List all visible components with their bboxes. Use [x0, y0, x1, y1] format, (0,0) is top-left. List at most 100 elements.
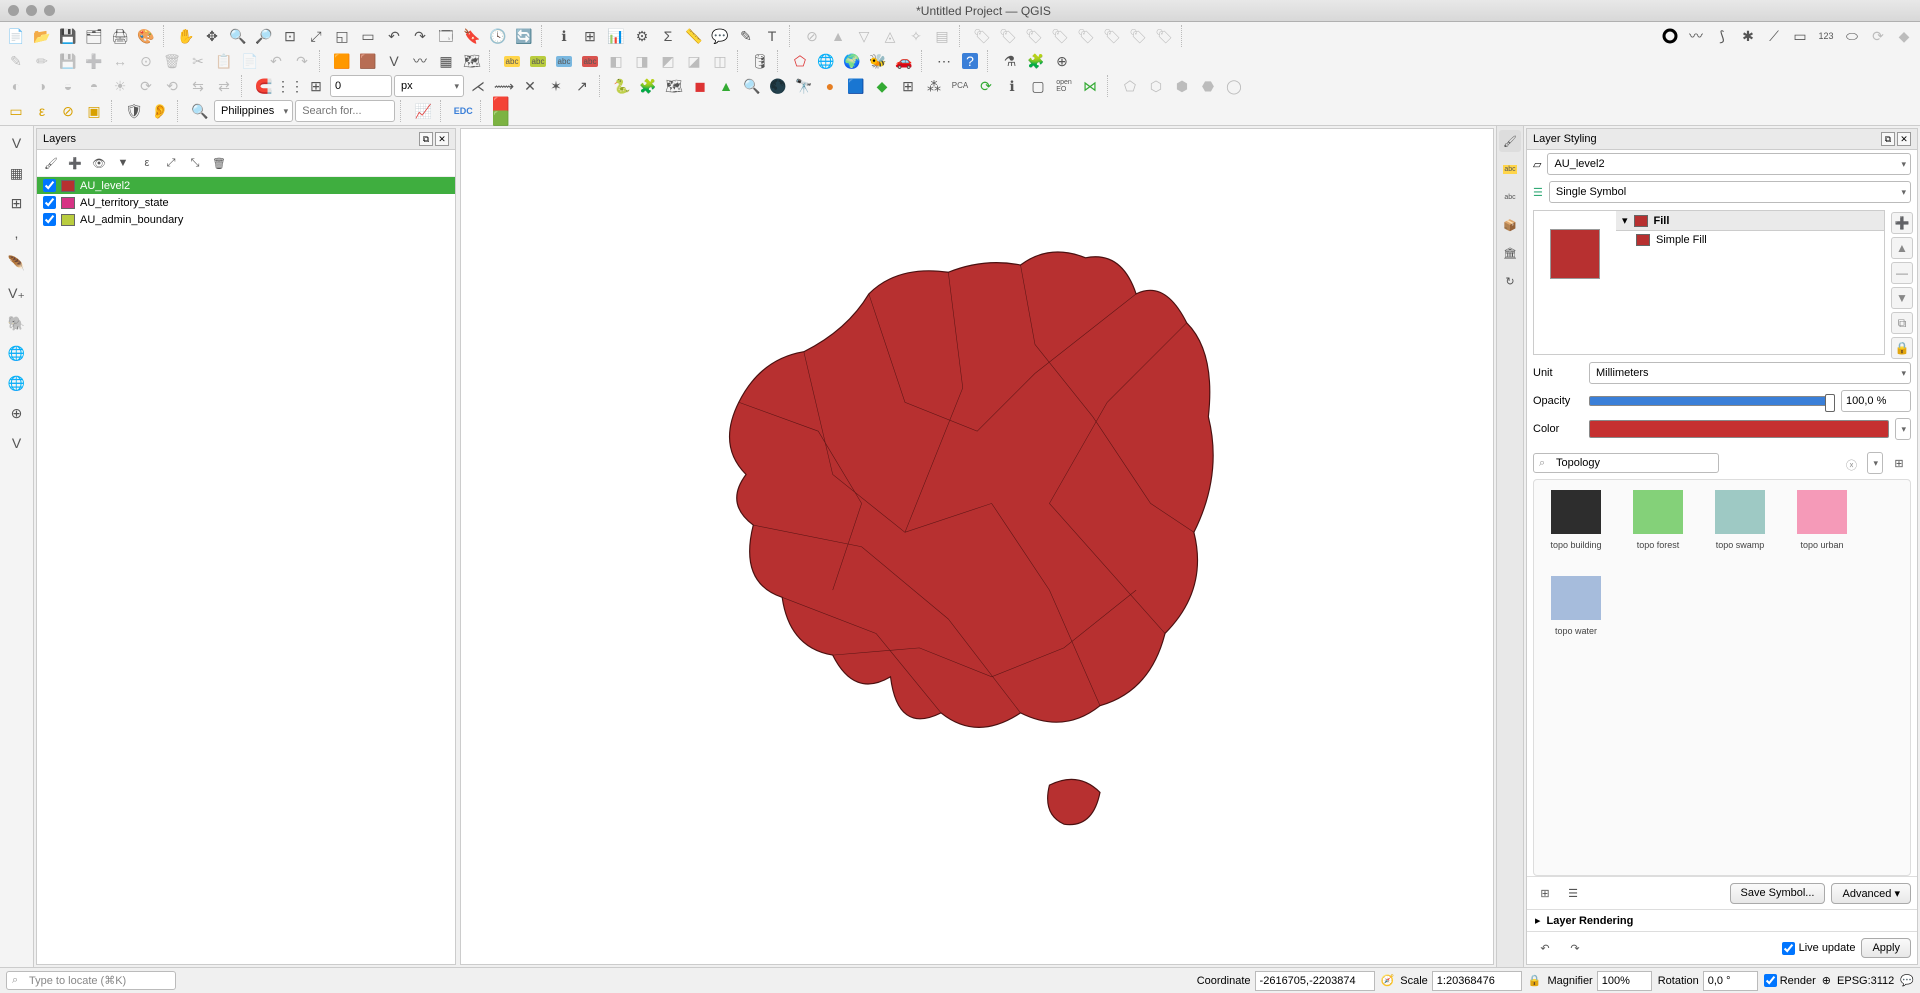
python-icon[interactable]: 🐍	[610, 74, 634, 98]
symbology-tab-icon[interactable]: 🖌	[1499, 130, 1521, 152]
live-update-checkbox[interactable]: Live update	[1782, 942, 1856, 955]
zoom-next-icon[interactable]: ↷	[408, 24, 432, 48]
layout-manager-icon[interactable]: 🖨	[108, 24, 132, 48]
bowtie-icon[interactable]: ⋈	[1078, 74, 1102, 98]
help-icon[interactable]: ?	[958, 49, 982, 73]
zoom-layer-icon[interactable]: ▭	[356, 24, 380, 48]
cat-grid-icon[interactable]: ⊞	[1533, 881, 1557, 905]
new-shapefile-icon[interactable]: V	[382, 49, 406, 73]
add-vector-layer-icon[interactable]: V	[4, 130, 30, 156]
swatch-item[interactable]: topo building	[1548, 490, 1604, 550]
symbol-mode-select[interactable]: Single Symbol	[1549, 181, 1911, 203]
swatch-search-input[interactable]	[1533, 453, 1719, 473]
panel-close-icon[interactable]: ✕	[435, 132, 449, 146]
color-dropdown-icon[interactable]	[1895, 418, 1911, 440]
dots-icon[interactable]: ⋯	[932, 49, 956, 73]
plugins-icon[interactable]: 🧩	[636, 74, 660, 98]
add-wms-icon[interactable]: 🌐	[4, 340, 30, 366]
nominatim-search-icon[interactable]: 🔍	[188, 99, 212, 123]
shape-attr-icon[interactable]: ⬭	[1840, 24, 1864, 48]
shape-ring-icon[interactable]	[1658, 24, 1682, 48]
zoom-out-icon[interactable]: 🔎	[252, 24, 276, 48]
render-checkbox[interactable]: Render	[1764, 974, 1816, 987]
color-picker[interactable]	[1589, 420, 1889, 438]
topo-trace-icon[interactable]: ⟿	[492, 74, 516, 98]
refresh-icon[interactable]: 🔄	[512, 24, 536, 48]
styling-undock-icon[interactable]: ⧉	[1881, 132, 1895, 146]
opacity-input[interactable]	[1841, 390, 1911, 412]
add-vector-icon[interactable]: 🟧	[330, 49, 354, 73]
geom-poly-icon[interactable]: ⬠	[788, 49, 812, 73]
reload-green-icon[interactable]: ⟳	[974, 74, 998, 98]
move-down-icon[interactable]: ▼	[1891, 287, 1913, 309]
add-spatialite-icon[interactable]: 🪶	[4, 250, 30, 276]
simple-fill-row[interactable]: Simple Fill	[1616, 231, 1884, 249]
layers-green-icon[interactable]: ◆	[870, 74, 894, 98]
new-spatialite-icon[interactable]: 〰	[408, 49, 432, 73]
new-geopackage-icon[interactable]: ▦	[434, 49, 458, 73]
masks-tab-icon[interactable]: abc	[1499, 186, 1521, 208]
graph-icon[interactable]: 📈	[411, 99, 435, 123]
layer-visibility-checkbox[interactable]	[43, 179, 56, 192]
rect-yellow-icon[interactable]: ▢	[1026, 74, 1050, 98]
layer-expr-icon[interactable]: ε	[137, 153, 157, 173]
identify-icon[interactable]: ℹ	[552, 24, 576, 48]
add-raster-layer-icon[interactable]: ▦	[4, 160, 30, 186]
topo-star-icon[interactable]: ✶	[544, 74, 568, 98]
text-annotation-icon[interactable]: T	[760, 24, 784, 48]
unit-select[interactable]: Millimeters	[1589, 362, 1911, 384]
label-abc-green-icon[interactable]: abc	[526, 49, 550, 73]
advanced-button[interactable]: Advanced ▾	[1831, 883, 1911, 904]
pan-selection-icon[interactable]: ✥	[200, 24, 224, 48]
layer-visibility-checkbox[interactable]	[43, 196, 56, 209]
messages-icon[interactable]: 💬	[1900, 974, 1914, 987]
car-icon[interactable]: 🚗	[892, 49, 916, 73]
save-as-icon[interactable]: 🗂	[82, 24, 106, 48]
add-xyz-icon[interactable]: ⊕	[4, 400, 30, 426]
crs-icon[interactable]: ⊕	[1822, 974, 1831, 987]
scale-lock-icon[interactable]: 🔒	[1528, 974, 1542, 987]
layer-row[interactable]: AU_territory_state	[37, 194, 455, 211]
swatch-item[interactable]: topo water	[1548, 576, 1604, 636]
world-blue-icon[interactable]: 🌐	[814, 49, 838, 73]
crs-label[interactable]: EPSG:3112	[1837, 975, 1894, 987]
add-mesh-layer-icon[interactable]: ⊞	[4, 190, 30, 216]
snap-magnet-icon[interactable]: 🧲	[252, 74, 276, 98]
magnifier-input[interactable]	[1597, 971, 1652, 991]
statistics-icon[interactable]: Σ	[656, 24, 680, 48]
shape-num-icon[interactable]: 123	[1814, 24, 1838, 48]
shield-icon[interactable]: 🛡	[122, 99, 146, 123]
swatch-filter-dropdown[interactable]	[1867, 452, 1883, 474]
swatch-grid-icon[interactable]: ⊞	[1887, 451, 1911, 475]
styling-close-icon[interactable]: ✕	[1897, 132, 1911, 146]
layer-row[interactable]: AU_admin_boundary	[37, 211, 455, 228]
styling-layer-select[interactable]: AU_level2	[1547, 153, 1911, 175]
swatch-item[interactable]: topo urban	[1794, 490, 1850, 550]
rotation-input[interactable]	[1703, 971, 1758, 991]
pca-icon[interactable]: PCA	[948, 74, 972, 98]
undo-style-icon[interactable]: ↶	[1533, 936, 1557, 960]
diagrams-tab-icon[interactable]: 🏛	[1499, 242, 1521, 264]
map-tips-icon[interactable]: 💬	[708, 24, 732, 48]
db-manager-icon[interactable]: 🛢	[748, 49, 772, 73]
world-green-icon[interactable]: 🌍	[840, 49, 864, 73]
nominatim-region-select[interactable]: Philippines	[214, 100, 293, 122]
plugin-a-icon[interactable]: ⚗	[998, 49, 1022, 73]
opacity-slider[interactable]	[1589, 396, 1835, 406]
label-abc-blue-icon[interactable]: abc	[552, 49, 576, 73]
annotation-icon[interactable]: ✎	[734, 24, 758, 48]
new-bookmark-icon[interactable]: 🔖	[460, 24, 484, 48]
color-squares-icon[interactable]: 🟥🟩	[491, 99, 515, 123]
new-virtual-icon[interactable]: 🗺	[460, 49, 484, 73]
duplicate-icon[interactable]: ⧉	[1891, 312, 1913, 334]
remove-symbol-layer-icon[interactable]: ▲	[1891, 237, 1913, 259]
attribute-table-icon[interactable]: ⊞	[578, 24, 602, 48]
fill-group-row[interactable]: ▾ Fill	[1616, 211, 1884, 231]
shape-line-icon[interactable]: ⟋	[1762, 24, 1786, 48]
grid-color-icon[interactable]: 🟦	[844, 74, 868, 98]
processing-icon[interactable]: ⚙	[630, 24, 654, 48]
select-rect-icon[interactable]: ▭	[4, 99, 28, 123]
layer-filter-icon[interactable]: ▼	[113, 153, 133, 173]
deselect-icon[interactable]: ⊘	[56, 99, 80, 123]
info-green-icon[interactable]: ℹ	[1000, 74, 1024, 98]
